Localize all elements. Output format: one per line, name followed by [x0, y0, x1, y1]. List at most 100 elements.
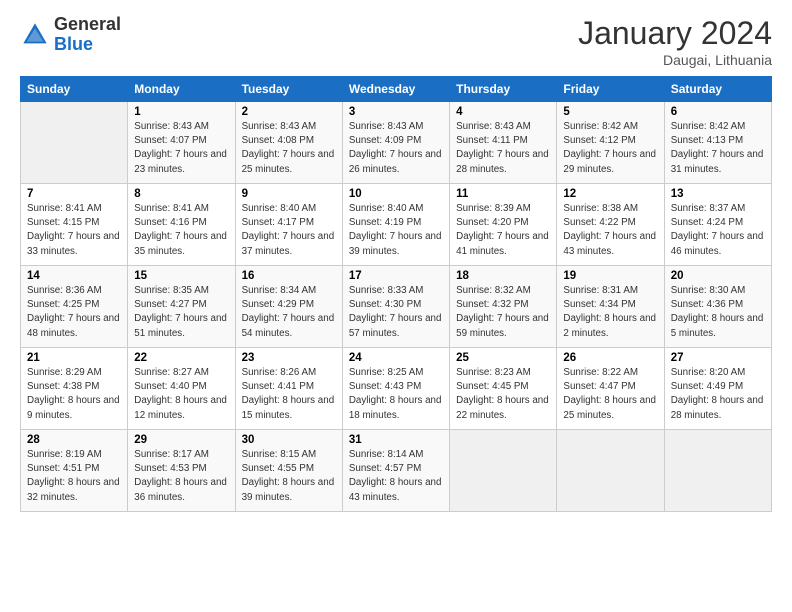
day-info: Sunrise: 8:23 AMSunset: 4:45 PMDaylight:…	[456, 366, 550, 423]
day-number: 9	[242, 188, 336, 200]
day-cell: 7Sunrise: 8:41 AMSunset: 4:15 PMDaylight…	[21, 184, 128, 266]
day-number: 22	[134, 352, 228, 364]
day-cell: 22 Sunrise: 8:27 AMSunset: 4:40 PMDayligh…	[128, 348, 235, 430]
day-cell: 10Sunrise: 8:40 AMSunset: 4:19 PMDayligh…	[342, 184, 449, 266]
day-number: 23	[242, 352, 336, 364]
logo-text: General Blue	[54, 15, 121, 55]
day-cell: 3 Sunrise: 8:43 AMSunset: 4:09 PMDaylight…	[342, 102, 449, 184]
day-info: Sunrise: 8:19 AMSunset: 4:51 PMDaylight:…	[27, 448, 121, 505]
day-info: Sunrise: 8:43 AMSunset: 4:08 PMDaylight:…	[242, 120, 336, 177]
day-info: Sunrise: 8:30 AMSunset: 4:36 PMDaylight:…	[671, 284, 765, 341]
day-info: Sunrise: 8:43 AMSunset: 4:11 PMDaylight:…	[456, 120, 550, 177]
day-number: 18	[456, 270, 550, 282]
day-info: Sunrise: 8:36 AMSunset: 4:25 PMDaylight:…	[27, 284, 121, 341]
logo-general-text: General	[54, 15, 121, 35]
day-info: Sunrise: 8:17 AMSunset: 4:53 PMDaylight:…	[134, 448, 228, 505]
day-number: 24	[349, 352, 443, 364]
day-info: Sunrise: 8:42 AMSunset: 4:13 PMDaylight:…	[671, 120, 765, 177]
day-number: 30	[242, 434, 336, 446]
logo-blue-text: Blue	[54, 35, 121, 55]
day-number: 31	[349, 434, 443, 446]
title-block: January 2024 Daugai, Lithuania	[578, 15, 772, 68]
day-number: 26	[563, 352, 657, 364]
day-info: Sunrise: 8:22 AMSunset: 4:47 PMDaylight:…	[563, 366, 657, 423]
day-number: 8	[134, 188, 228, 200]
weekday-wednesday: Wednesday	[342, 77, 449, 102]
day-cell: 30 Sunrise: 8:15 AMSunset: 4:55 PMDayligh…	[235, 430, 342, 512]
day-number: 11	[456, 188, 550, 200]
day-cell: 19Sunrise: 8:31 AMSunset: 4:34 PMDayligh…	[557, 266, 664, 348]
day-cell: 1Sunrise: 8:43 AMSunset: 4:07 PMDaylight…	[128, 102, 235, 184]
day-cell: 31Sunrise: 8:14 AMSunset: 4:57 PMDayligh…	[342, 430, 449, 512]
day-info: Sunrise: 8:20 AMSunset: 4:49 PMDaylight:…	[671, 366, 765, 423]
day-cell: 26 Sunrise: 8:22 AMSunset: 4:47 PMDayligh…	[557, 348, 664, 430]
day-info: Sunrise: 8:25 AMSunset: 4:43 PMDaylight:…	[349, 366, 443, 423]
day-cell: 4 Sunrise: 8:43 AMSunset: 4:11 PMDaylight…	[450, 102, 557, 184]
day-cell	[557, 430, 664, 512]
day-number: 12	[563, 188, 657, 200]
day-cell: 21Sunrise: 8:29 AMSunset: 4:38 PMDayligh…	[21, 348, 128, 430]
day-info: Sunrise: 8:32 AMSunset: 4:32 PMDaylight:…	[456, 284, 550, 341]
weekday-sunday: Sunday	[21, 77, 128, 102]
day-number: 7	[27, 188, 121, 200]
day-number: 3	[349, 106, 443, 118]
day-number: 13	[671, 188, 765, 200]
day-number: 10	[349, 188, 443, 200]
month-year: January 2024	[578, 15, 772, 52]
weekday-thursday: Thursday	[450, 77, 557, 102]
logo-icon	[20, 20, 50, 50]
day-cell: 13 Sunrise: 8:37 AMSunset: 4:24 PMDayligh…	[664, 184, 771, 266]
day-number: 21	[27, 352, 121, 364]
day-number: 4	[456, 106, 550, 118]
day-cell: 17 Sunrise: 8:33 AMSunset: 4:30 PMDayligh…	[342, 266, 449, 348]
day-number: 29	[134, 434, 228, 446]
day-cell: 29 Sunrise: 8:17 AMSunset: 4:53 PMDayligh…	[128, 430, 235, 512]
day-number: 2	[242, 106, 336, 118]
day-info: Sunrise: 8:15 AMSunset: 4:55 PMDaylight:…	[242, 448, 336, 505]
day-cell: 23 Sunrise: 8:26 AMSunset: 4:41 PMDayligh…	[235, 348, 342, 430]
weekday-tuesday: Tuesday	[235, 77, 342, 102]
day-cell: 11 Sunrise: 8:39 AMSunset: 4:20 PMDayligh…	[450, 184, 557, 266]
week-row-1: 1Sunrise: 8:43 AMSunset: 4:07 PMDaylight…	[21, 102, 772, 184]
day-info: Sunrise: 8:35 AMSunset: 4:27 PMDaylight:…	[134, 284, 228, 341]
day-info: Sunrise: 8:33 AMSunset: 4:30 PMDaylight:…	[349, 284, 443, 341]
day-cell: 28Sunrise: 8:19 AMSunset: 4:51 PMDayligh…	[21, 430, 128, 512]
day-info: Sunrise: 8:41 AMSunset: 4:16 PMDaylight:…	[134, 202, 228, 259]
logo: General Blue	[20, 15, 121, 55]
day-cell	[664, 430, 771, 512]
day-cell: 5 Sunrise: 8:42 AMSunset: 4:12 PMDaylight…	[557, 102, 664, 184]
day-cell: 20Sunrise: 8:30 AMSunset: 4:36 PMDayligh…	[664, 266, 771, 348]
day-cell: 9 Sunrise: 8:40 AMSunset: 4:17 PMDaylight…	[235, 184, 342, 266]
day-info: Sunrise: 8:27 AMSunset: 4:40 PMDaylight:…	[134, 366, 228, 423]
day-number: 17	[349, 270, 443, 282]
day-number: 25	[456, 352, 550, 364]
day-number: 15	[134, 270, 228, 282]
day-info: Sunrise: 8:42 AMSunset: 4:12 PMDaylight:…	[563, 120, 657, 177]
day-cell: 24 Sunrise: 8:25 AMSunset: 4:43 PMDayligh…	[342, 348, 449, 430]
day-info: Sunrise: 8:43 AMSunset: 4:07 PMDaylight:…	[134, 120, 228, 177]
day-cell: 18 Sunrise: 8:32 AMSunset: 4:32 PMDayligh…	[450, 266, 557, 348]
week-row-3: 14 Sunrise: 8:36 AMSunset: 4:25 PMDayligh…	[21, 266, 772, 348]
day-cell: 6Sunrise: 8:42 AMSunset: 4:13 PMDaylight…	[664, 102, 771, 184]
week-row-4: 21Sunrise: 8:29 AMSunset: 4:38 PMDayligh…	[21, 348, 772, 430]
day-info: Sunrise: 8:26 AMSunset: 4:41 PMDaylight:…	[242, 366, 336, 423]
day-cell: 16Sunrise: 8:34 AMSunset: 4:29 PMDayligh…	[235, 266, 342, 348]
day-number: 5	[563, 106, 657, 118]
day-info: Sunrise: 8:39 AMSunset: 4:20 PMDaylight:…	[456, 202, 550, 259]
day-cell: 15 Sunrise: 8:35 AMSunset: 4:27 PMDayligh…	[128, 266, 235, 348]
day-number: 27	[671, 352, 765, 364]
day-info: Sunrise: 8:34 AMSunset: 4:29 PMDaylight:…	[242, 284, 336, 341]
calendar-table: SundayMondayTuesdayWednesdayThursdayFrid…	[20, 76, 772, 512]
weekday-saturday: Saturday	[664, 77, 771, 102]
location: Daugai, Lithuania	[578, 52, 772, 68]
day-cell	[21, 102, 128, 184]
week-row-2: 7Sunrise: 8:41 AMSunset: 4:15 PMDaylight…	[21, 184, 772, 266]
day-info: Sunrise: 8:43 AMSunset: 4:09 PMDaylight:…	[349, 120, 443, 177]
day-number: 14	[27, 270, 121, 282]
day-info: Sunrise: 8:40 AMSunset: 4:17 PMDaylight:…	[242, 202, 336, 259]
day-cell: 2 Sunrise: 8:43 AMSunset: 4:08 PMDaylight…	[235, 102, 342, 184]
day-cell	[450, 430, 557, 512]
day-info: Sunrise: 8:37 AMSunset: 4:24 PMDaylight:…	[671, 202, 765, 259]
weekday-friday: Friday	[557, 77, 664, 102]
weekday-header-row: SundayMondayTuesdayWednesdayThursdayFrid…	[21, 77, 772, 102]
